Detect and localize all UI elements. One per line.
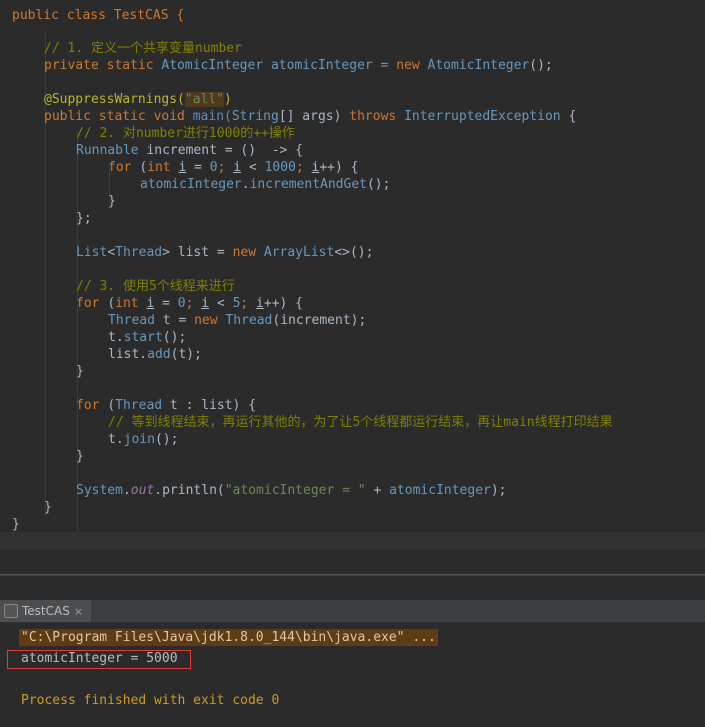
code-line-comment-1: // 1. 定义一个共享变量number xyxy=(44,41,242,56)
code-line-new-thread: Thread t = new Thread(increment); xyxy=(108,313,367,328)
code-line-start: t.start(); xyxy=(108,330,187,345)
code-line-comment-3: // 3. 使用5个线程来进行 xyxy=(76,279,235,294)
console-exit-line: Process finished with exit code 0 xyxy=(21,693,280,708)
code-line-close: } xyxy=(12,517,20,532)
code-line-list: List<Thread> list = new ArrayList<>(); xyxy=(76,245,374,260)
code-line-close: } xyxy=(76,364,84,379)
code-line-class-decl: public class TestCAS { xyxy=(12,8,185,23)
run-tab-bar: TestCAS × xyxy=(0,600,705,623)
code-line-increment: atomicInteger.incrementAndGet(); xyxy=(140,177,391,192)
run-console-panel: TestCAS × "C:\Program Files\Java\jdk1.8.… xyxy=(0,576,705,727)
tab-testcas[interactable]: TestCAS × xyxy=(0,600,92,622)
code-line-for-1000: for (int i = 0; i < 1000; i++) { xyxy=(108,160,359,175)
code-line-runnable: Runnable increment = () -> { xyxy=(76,143,303,158)
code-line-println: System.out.println("atomicInteger = " + … xyxy=(76,483,507,498)
tab-label: TestCAS xyxy=(22,604,70,618)
console-output[interactable]: "C:\Program Files\Java\jdk1.8.0_144\bin\… xyxy=(0,623,705,727)
code-line-main-decl: public static void main(String[] args) t… xyxy=(44,109,577,124)
code-line-close: } xyxy=(76,449,84,464)
code-line-join: t.join(); xyxy=(108,432,179,447)
code-line-add: list.add(t); xyxy=(108,347,202,362)
indent-guide xyxy=(77,132,78,532)
code-editor[interactable]: public class TestCAS { // 1. 定义一个共享变量num… xyxy=(0,0,705,574)
code-line-field: private static AtomicInteger atomicInteg… xyxy=(44,58,553,73)
current-line-highlight xyxy=(0,532,705,549)
code-line-close: } xyxy=(108,194,116,209)
code-line-for-each: for (Thread t : list) { xyxy=(76,398,257,413)
close-icon[interactable]: × xyxy=(74,605,83,618)
code-line-close: } xyxy=(44,500,52,515)
code-line-comment-2: // 2. 对number进行1000的++操作 xyxy=(76,126,295,141)
console-result-line: atomicInteger = 5000 xyxy=(21,651,178,666)
code-line-comment-4: // 等到线程结束，再运行其他的，为了让5个线程都运行结束，再让main线程打印… xyxy=(108,415,613,430)
code-line-for-5: for (int i = 0; i < 5; i++) { xyxy=(76,296,304,311)
code-line-close: }; xyxy=(76,211,92,226)
run-config-icon xyxy=(4,604,18,618)
code-line-annotation: @SuppressWarnings("all") xyxy=(44,92,232,107)
console-command-line: "C:\Program Files\Java\jdk1.8.0_144\bin\… xyxy=(19,629,438,646)
